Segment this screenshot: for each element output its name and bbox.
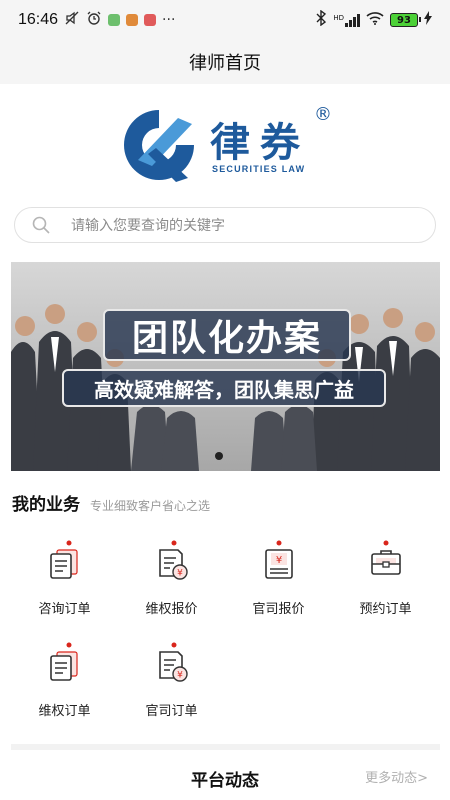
business-item-consult-order[interactable]: 咨询订单 <box>11 540 118 630</box>
lawsuit-order-icon: ¥ <box>159 642 188 682</box>
appointment-order-icon <box>371 540 401 575</box>
charging-icon <box>424 11 432 29</box>
lawsuit-quote-icon: ¥ <box>265 540 293 579</box>
registered-mark: ® <box>314 104 332 125</box>
video-app-icon <box>126 14 139 26</box>
business-item-rights-quote[interactable]: ¥ 维权报价 <box>118 540 225 630</box>
team-photo-image <box>11 304 440 471</box>
business-item-appointment-order[interactable]: 预约订单 <box>332 540 439 630</box>
network-label: HD <box>333 13 344 22</box>
svg-text:¥: ¥ <box>276 555 282 566</box>
business-item-rights-order[interactable]: 维权订单 <box>11 642 118 732</box>
business-item-label: 预约订单 <box>359 602 412 617</box>
business-item-label: 维权报价 <box>145 602 198 617</box>
logo-mark-icon <box>124 110 194 182</box>
banner-title: 团队化办案 <box>103 309 351 361</box>
section-title: 我的业务 <box>12 495 80 515</box>
business-item-label: 官司报价 <box>252 602 305 617</box>
business-item-lawsuit-quote[interactable]: ¥ 官司报价 <box>225 540 332 630</box>
search-icon <box>32 216 50 234</box>
alarm-icon <box>86 10 102 30</box>
search-input[interactable]: 请输入您要查询的关键字 <box>71 215 225 235</box>
svg-text:¥: ¥ <box>177 569 183 579</box>
business-item-label: 维权订单 <box>38 704 91 719</box>
section-divider <box>11 744 440 750</box>
section-subtitle: 专业细致客户省心之选 <box>90 499 211 513</box>
rights-order-icon <box>50 642 78 681</box>
logo-subtitle: SECURITIES LAW <box>212 164 306 174</box>
page-title: 律师首页 <box>189 53 261 74</box>
more-notifications: ··· <box>162 12 176 28</box>
media-app-icon <box>144 14 157 26</box>
business-item-label: 官司订单 <box>145 704 198 719</box>
signal-icon: HD <box>333 13 360 27</box>
banner-subtitle: 高效疑难解答，团队集思广益 <box>62 369 386 407</box>
business-item-label: 咨询订单 <box>38 602 91 617</box>
bluetooth-icon <box>315 9 327 30</box>
mute-icon <box>64 10 80 30</box>
status-time: 16:46 <box>18 11 59 28</box>
battery-icon: 93 <box>390 13 421 27</box>
search-bar[interactable]: 请输入您要查询的关键字 <box>14 207 436 243</box>
logo-text: 律券 <box>210 120 310 166</box>
svg-text:¥: ¥ <box>177 671 183 681</box>
promo-banner[interactable]: 团队化办案 高效疑难解答，团队集思广益 <box>11 262 440 471</box>
page-title-bar: 律师首页 <box>0 40 450 84</box>
app-notification-icon <box>108 14 121 26</box>
wifi-icon <box>366 11 384 29</box>
brand-logo: 律券 ® SECURITIES LAW <box>118 100 338 192</box>
rights-quote-icon: ¥ <box>159 540 188 580</box>
more-news-link[interactable]: 更多动态> <box>365 767 428 786</box>
status-bar: 16:46 ··· HD 93 <box>0 0 450 40</box>
business-section-header: 我的业务 专业细致客户省心之选 <box>12 490 210 515</box>
consult-order-icon <box>50 540 78 579</box>
business-item-lawsuit-order[interactable]: ¥ 官司订单 <box>118 642 225 732</box>
carousel-dot-active[interactable] <box>215 452 223 460</box>
